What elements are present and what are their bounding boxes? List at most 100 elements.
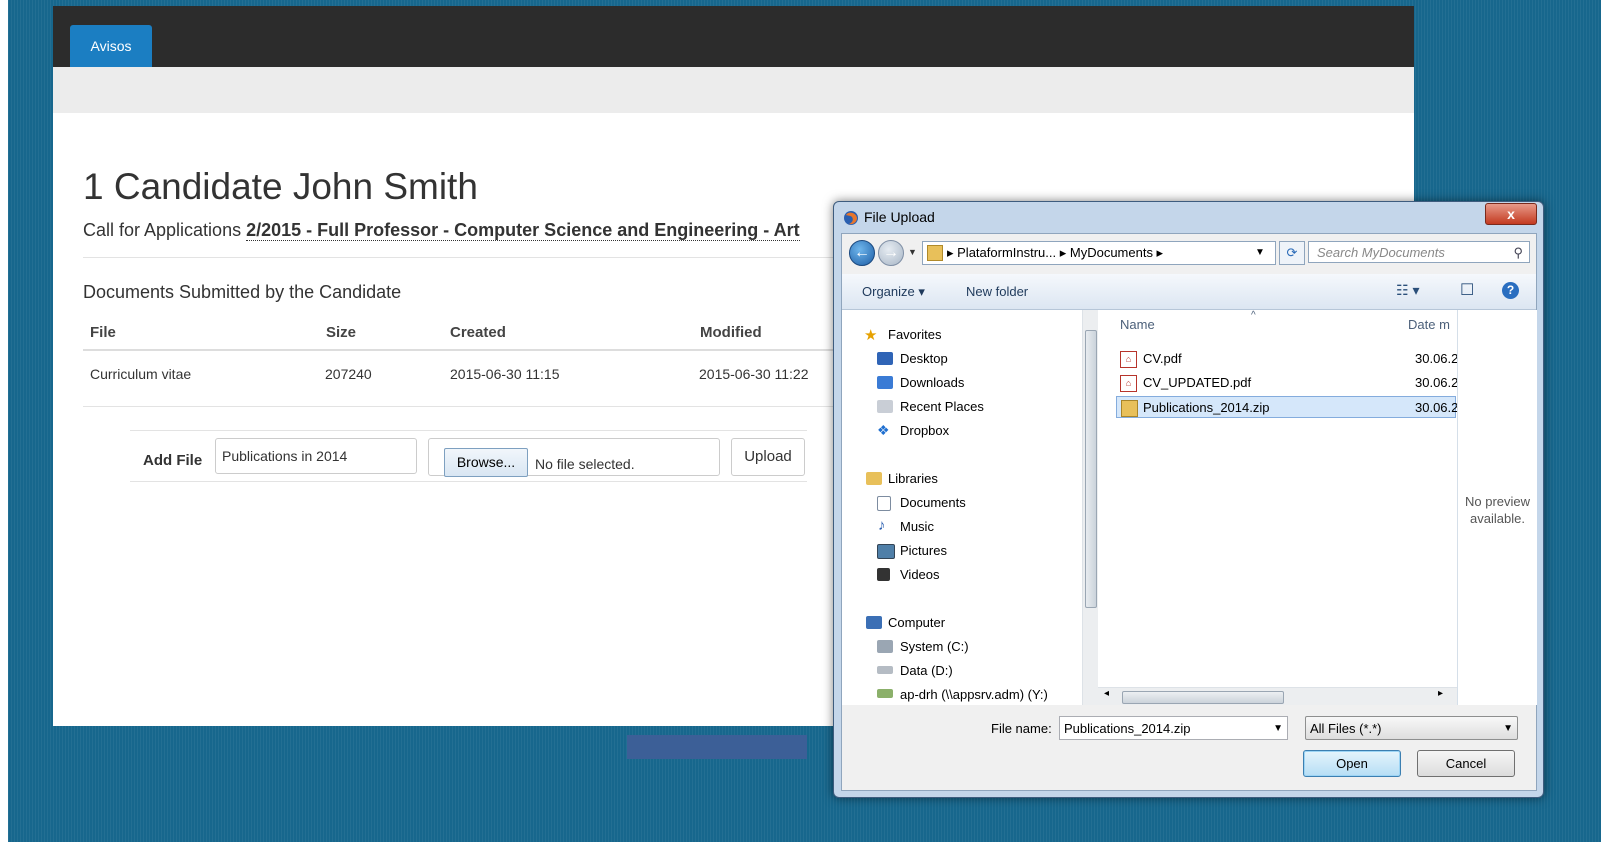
star-icon: ★: [864, 327, 878, 344]
address-bar[interactable]: ▸ PlataformInstru... ▸ MyDocuments ▸ ▼: [922, 241, 1276, 265]
dialog-title: File Upload: [864, 209, 935, 225]
new-folder-button[interactable]: New folder: [966, 284, 1028, 299]
chevron-down-icon[interactable]: ▼: [1503, 717, 1513, 741]
pdf-icon: ⌂: [1120, 351, 1137, 368]
nav-dropbox[interactable]: Dropbox: [900, 423, 949, 438]
no-preview-text: No preview available.: [1464, 494, 1531, 526]
folder-icon: [927, 245, 943, 261]
file-list: Name ^ Date m ⌂ CV.pdf 30.06.2 ⌂ CV_UPDA…: [1098, 310, 1458, 688]
refresh-icon: ⟳: [1286, 245, 1298, 260]
search-placeholder: Search MyDocuments: [1317, 245, 1445, 260]
nav-videos[interactable]: Videos: [900, 567, 940, 582]
dialog-body: ← → ▼ ▸ PlataformInstru... ▸ MyDocuments…: [841, 233, 1537, 791]
column-header-created: Created: [450, 324, 506, 341]
upload-button[interactable]: Upload: [731, 438, 805, 476]
pictures-icon: [877, 544, 895, 559]
address-dropdown-icon[interactable]: ▼: [1255, 242, 1265, 264]
footer-bar: [627, 735, 807, 759]
top-navbar: Avisos: [53, 6, 1414, 67]
nav-documents[interactable]: Documents: [900, 495, 966, 510]
firefox-icon: [844, 211, 858, 225]
recent-places-icon: [877, 400, 893, 413]
cell-created: 2015-06-30 11:15: [450, 366, 560, 382]
add-file-label: Add File: [143, 452, 203, 469]
form-bottom-border: [130, 481, 807, 482]
divider: [83, 257, 843, 258]
view-options-icon[interactable]: ☷ ▾: [1396, 282, 1419, 299]
dialog-toolbar: Organize ▾ New folder ☷ ▾ ☐ ?: [842, 274, 1536, 310]
file-row-publications-zip[interactable]: Publications_2014.zip 30.06.2: [1116, 396, 1458, 418]
documents-icon: [877, 496, 891, 511]
open-button[interactable]: Open: [1303, 750, 1401, 777]
call-label: Call for Applications: [83, 220, 242, 240]
scroll-right-icon[interactable]: ▸: [1438, 688, 1443, 699]
form-top-border: [130, 430, 807, 431]
chevron-down-icon[interactable]: ▼: [1273, 717, 1283, 741]
preview-pane-icon[interactable]: ☐: [1460, 280, 1474, 300]
file-name-label: File name:: [991, 721, 1052, 736]
file-name: Publications_2014.zip: [1143, 400, 1270, 415]
file-type-select[interactable]: All Files (*.*) ▼: [1305, 716, 1518, 740]
nav-libraries[interactable]: Libraries: [888, 471, 938, 486]
nav-favorites[interactable]: Favorites: [888, 327, 941, 342]
column-header-name[interactable]: Name: [1120, 317, 1155, 332]
network-drive-icon: [877, 689, 893, 698]
nav-desktop[interactable]: Desktop: [900, 351, 948, 366]
file-description-value: Publications in 2014: [222, 448, 348, 464]
refresh-button[interactable]: ⟳: [1279, 241, 1305, 265]
preview-pane: No preview available.: [1457, 310, 1537, 705]
forward-button[interactable]: →: [878, 240, 904, 266]
nav-network-drive-y[interactable]: ap-drh (\\appsrv.adm) (Y:): [900, 687, 1048, 702]
data-drive-icon: [877, 666, 893, 674]
file-description-input[interactable]: Publications in 2014: [215, 438, 417, 474]
file-upload-dialog: File Upload x ← → ▼ ▸ PlataformInstru...…: [833, 201, 1544, 798]
cell-modified: 2015-06-30 11:22: [699, 366, 809, 382]
recent-pages-dropdown-icon[interactable]: ▼: [908, 247, 917, 257]
dropbox-icon: ❖: [877, 422, 890, 438]
file-name: CV_UPDATED.pdf: [1143, 375, 1252, 390]
browse-button[interactable]: Browse...: [444, 448, 528, 477]
horizontal-scroll-thumb[interactable]: [1122, 691, 1284, 704]
nav-computer[interactable]: Computer: [888, 615, 945, 630]
nav-scrollbar[interactable]: [1082, 310, 1098, 705]
file-row-cv-updated[interactable]: ⌂ CV_UPDATED.pdf 30.06.2: [1116, 372, 1458, 394]
nav-system-c[interactable]: System (C:): [900, 639, 969, 654]
music-icon: ♪: [878, 517, 886, 534]
organize-menu[interactable]: Organize ▾: [862, 284, 925, 300]
file-name-value: Publications_2014.zip: [1064, 721, 1191, 736]
divider: [83, 406, 843, 407]
search-icon[interactable]: ⚲: [1513, 242, 1523, 264]
address-row: ← → ▼ ▸ PlataformInstru... ▸ MyDocuments…: [842, 238, 1536, 268]
no-file-selected-text: No file selected.: [535, 456, 635, 472]
back-button[interactable]: ←: [849, 240, 875, 266]
nav-recent-places[interactable]: Recent Places: [900, 399, 984, 414]
search-input[interactable]: Search MyDocuments ⚲: [1308, 241, 1530, 263]
cancel-button[interactable]: Cancel: [1417, 750, 1515, 777]
computer-icon: [866, 616, 882, 629]
column-header-date[interactable]: Date m: [1408, 317, 1450, 332]
dialog-footer: File name: Publications_2014.zip ▼ All F…: [842, 705, 1536, 790]
file-chooser[interactable]: Browse... No file selected.: [428, 438, 720, 477]
nav-scroll-thumb[interactable]: [1085, 330, 1097, 608]
nav-downloads[interactable]: Downloads: [900, 375, 964, 390]
nav-pictures[interactable]: Pictures: [900, 543, 947, 558]
file-row-cv[interactable]: ⌂ CV.pdf 30.06.2: [1116, 348, 1458, 370]
help-icon[interactable]: ?: [1502, 282, 1519, 299]
file-type-value: All Files (*.*): [1310, 721, 1382, 736]
documents-heading: Documents Submitted by the Candidate: [83, 282, 402, 302]
tab-avisos[interactable]: Avisos: [70, 25, 152, 67]
sub-navbar: [53, 67, 1414, 113]
call-link[interactable]: 2/2015 - Full Professor - Computer Scien…: [246, 220, 800, 241]
nav-music[interactable]: Music: [900, 519, 934, 534]
column-header-size: Size: [326, 324, 357, 341]
file-list-horizontal-scrollbar[interactable]: ◂ ▸: [1098, 687, 1457, 706]
cell-file[interactable]: Curriculum vitae: [90, 366, 191, 382]
nav-data-d[interactable]: Data (D:): [900, 663, 953, 678]
zip-folder-icon: [1121, 400, 1138, 417]
breadcrumb[interactable]: ▸ PlataformInstru... ▸ MyDocuments ▸: [947, 242, 1163, 264]
close-button[interactable]: x: [1485, 203, 1537, 225]
scroll-left-icon[interactable]: ◂: [1104, 688, 1109, 699]
column-header-file: File: [90, 324, 116, 341]
file-name-input[interactable]: Publications_2014.zip ▼: [1059, 716, 1288, 740]
page-title: 1 Candidate John Smith: [83, 166, 478, 207]
